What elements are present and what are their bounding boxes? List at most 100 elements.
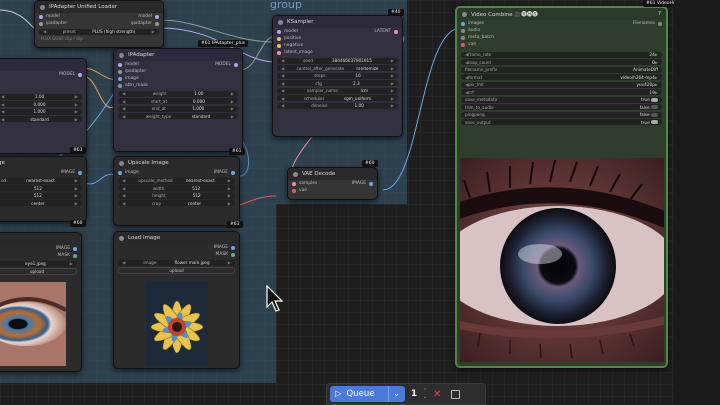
input-latent-image[interactable]: latent_image [284,50,313,55]
control-after-generate-widget[interactable]: ◀ control_after_generate randomize ▶ [277,65,398,71]
stop-icon[interactable] [451,389,461,399]
steps-widget[interactable]: ◀ steps 16 ▶ [277,72,398,79]
pix-fmt-widget[interactable]: ◀ pix_fmt yuv420p ▶ [461,81,662,88]
vae-decode-node[interactable]: VAE Decode samples IMAGE vae [287,167,378,200]
height-widget[interactable]: ◀ height 512 ▶ [118,192,235,199]
denoise-widget[interactable]: ◀ denoise 1.00 ▶ [277,102,398,109]
output-model[interactable]: model [138,14,152,19]
ipadapter-plus-badge: #61 IPAdapter_plus [198,40,249,47]
left-widget-1[interactable]: ◀ 1.00 ▶ [0,93,82,100]
input-negative[interactable]: negative [284,43,303,48]
queue-count-stepper[interactable]: ⌃ ⌄ [423,388,427,400]
output-mask[interactable]: MASK [216,252,228,257]
preset-widget[interactable]: ◀ preset PLUS (high strength) ▶ [39,28,159,35]
input-image[interactable]: image [125,76,139,81]
output-ipadapter[interactable]: ipadapter [131,21,152,26]
video-preview[interactable] [460,158,664,362]
format-widget[interactable]: ◀ format video/h264-mp4 ▶ [461,74,662,80]
collapse-dot-icon[interactable] [119,52,124,58]
image-select-widget[interactable]: ◀ image flower main.jpeg ▶ [118,259,235,266]
chevron-down-small-icon[interactable]: ⌄ [423,394,427,400]
close-icon[interactable]: ✕ [430,389,444,400]
node-title: Load Image [128,235,161,241]
input-positive[interactable]: positive [284,36,301,41]
frame-rate-widget[interactable]: ◀ frame_rate 24 ▶ [461,51,662,58]
input-vae[interactable]: vae [299,188,307,193]
collapse-dot-icon[interactable] [278,19,283,25]
mouse-cursor-icon [266,285,284,312]
input-meta-batch[interactable]: meta_batch [468,35,494,40]
sampler-name-widget[interactable]: ◀ sampler_name lcm ▶ [277,87,398,94]
input-ipadapter[interactable]: ipadapter [46,21,67,26]
left-upscale-node[interactable]: ge IMAGE odnearest-exact▶ 512▶ 512▶ cent… [0,156,87,222]
help-icon[interactable]: ? [658,11,661,17]
queue-button[interactable]: ▷ Queue ⌄ [330,386,405,402]
queue-bar: ▷ Queue ⌄ 1 ⌃ ⌄ ✕ [326,383,486,405]
vae-decode-badge: #60 [362,160,378,167]
input-ipadapter[interactable]: ipadapter [125,69,146,74]
left-widget-4[interactable]: ◀ standard ▶ [0,116,82,122]
left-upscale-crop[interactable]: center ▶ [0,200,82,206]
left-ipadapter-advanced-node[interactable]: MODEL ◀ 1.00 ▶ ◀ 0.000 ▶ ◀ 1.000 ▶ ◀ standard ▶ [0,58,87,154]
ipadapter-unified-loader-node[interactable]: IPAdapter Unified Loader model model ipad… [34,0,164,48]
output-image[interactable]: IMAGE [352,181,366,186]
collapse-dot-icon[interactable] [119,235,124,241]
output-image[interactable]: IMAGE [61,170,75,175]
input-attn-mask[interactable]: attn_mask [125,83,148,88]
left-upscale-width[interactable]: 512 ▶ [0,185,82,191]
eye-preview-small [0,282,66,366]
input-model[interactable]: model [46,14,60,19]
output-image[interactable]: IMAGE [214,245,228,250]
crop-widget[interactable]: ◀ crop center ▶ [118,200,235,206]
save-metadata-toggle[interactable]: save_metadata true [461,96,662,103]
left-widget-3[interactable]: ◀ 1.000 ▶ [0,108,82,115]
upscale-image-node[interactable]: Upscale Image image IMAGE ◀ upscale_method… [113,156,240,226]
output-filenames[interactable]: Filenames [633,21,655,26]
left-image-select[interactable]: eye1.jpeg ▶ [0,260,77,267]
end-at-widget[interactable]: ◀ end_at 1.000 ▶ [118,105,238,112]
collapse-dot-icon[interactable] [293,171,298,177]
input-images[interactable]: images [468,21,484,26]
crf-widget[interactable]: ◀ crf 19 ▶ [461,89,662,95]
input-model[interactable]: model [125,62,139,67]
filename-prefix-widget[interactable]: filename_prefix AnimateDiff [461,66,662,73]
ipadapter-node[interactable]: IPAdapter model MODEL ipadapter image att… [113,48,243,152]
save-output-toggle[interactable]: save_output true [461,119,662,125]
chevron-down-icon[interactable]: ⌄ [387,386,400,402]
loop-count-widget[interactable]: ◀ loop_count 0 ▶ [461,59,662,65]
collapse-dot-icon[interactable] [462,11,467,17]
weight-type-widget[interactable]: ◀ weight_type standard ▶ [118,113,238,119]
weight-widget[interactable]: ◀ weight 1.00 ▶ [118,90,238,97]
output-image[interactable]: IMAGE [56,246,70,251]
upscale-method-widget[interactable]: ◀ upscale_method nearest-exact ▶ [118,177,235,184]
output-model[interactable]: MODEL [215,62,231,67]
output-mask[interactable]: MASK [58,253,70,258]
input-audio[interactable]: audio [468,28,480,33]
scheduler-widget[interactable]: ◀ scheduler sgm_uniform ▶ [277,95,398,101]
input-vae[interactable]: vae [468,42,476,47]
left-upscale-height[interactable]: 512 ▶ [0,192,82,199]
collapse-dot-icon[interactable] [40,4,45,10]
ksampler-node[interactable]: KSampler model LATENT positive negative l… [272,15,403,137]
left-upload-button[interactable]: upload [0,268,77,275]
left-upscale-method[interactable]: od nearest-exact ▶ [0,177,82,184]
upload-button[interactable]: upload [118,267,235,274]
node-title: ge [0,160,5,166]
collapse-dot-icon[interactable] [119,160,124,166]
pingpong-toggle[interactable]: pingpong false [461,111,662,118]
output-model-left[interactable]: MODEL [59,72,75,77]
output-latent[interactable]: LATENT [374,29,391,34]
output-image[interactable]: IMAGE [214,170,228,175]
start-at-widget[interactable]: ◀ start_at 0.000 ▶ [118,98,238,104]
width-widget[interactable]: ◀ width 512 ▶ [118,185,235,191]
seed-widget[interactable]: ◀ seed 384466037901915 ▶ [277,57,398,64]
queue-label: Queue [346,389,375,399]
left-widget-2[interactable]: ◀ 0.000 ▶ [0,101,82,107]
node-canvas[interactable]: group IPAdapter Unified Loader model mode… [0,0,720,405]
input-image[interactable]: image [125,170,139,175]
input-samples[interactable]: samples [299,181,317,186]
cfg-widget[interactable]: ◀ cfg 2.3 ▶ [277,80,398,86]
input-model[interactable]: model [284,29,298,34]
trim-to-audio-toggle[interactable]: trim_to_audio false [461,104,662,110]
queue-count-input[interactable]: 1 [408,389,420,399]
